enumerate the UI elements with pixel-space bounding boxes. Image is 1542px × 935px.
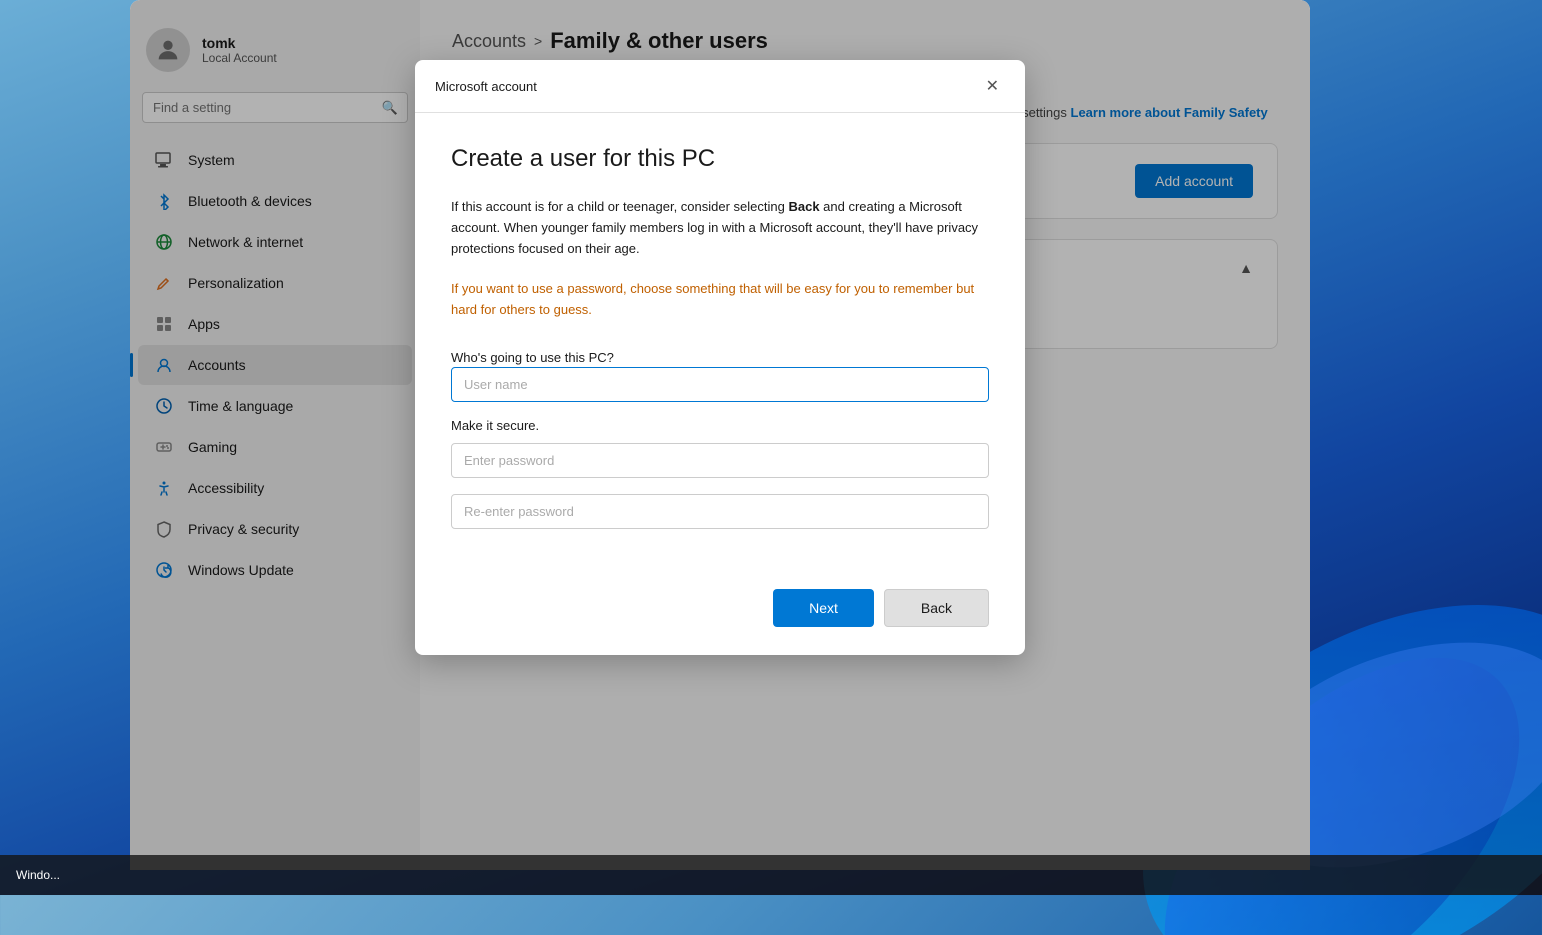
secure-label: Make it secure. bbox=[451, 418, 989, 433]
modal-orange-text: If you want to use a password, choose so… bbox=[451, 279, 989, 321]
modal-info-text: If this account is for a child or teenag… bbox=[451, 197, 989, 259]
reenter-password-input[interactable] bbox=[451, 494, 989, 529]
microsoft-account-modal: Microsoft account ✕ Create a user for th… bbox=[415, 60, 1025, 655]
username-input[interactable] bbox=[451, 367, 989, 402]
modal-main-title: Create a user for this PC bbox=[451, 145, 989, 173]
password-input[interactable] bbox=[451, 443, 989, 478]
modal-close-button[interactable]: ✕ bbox=[980, 74, 1005, 98]
modal-body: Create a user for this PC If this accoun… bbox=[415, 113, 1025, 573]
next-button[interactable]: Next bbox=[773, 589, 874, 627]
modal-overlay: Microsoft account ✕ Create a user for th… bbox=[130, 0, 1310, 870]
modal-title: Microsoft account bbox=[435, 79, 537, 94]
taskbar-label: Windo... bbox=[16, 868, 60, 882]
settings-window: tomk Local Account 🔍 System Bluetooth & … bbox=[130, 0, 1310, 870]
modal-header: Microsoft account ✕ bbox=[415, 60, 1025, 113]
back-button[interactable]: Back bbox=[884, 589, 989, 627]
taskbar: Windo... bbox=[0, 855, 1542, 895]
who-label: Who's going to use this PC? bbox=[451, 350, 614, 365]
modal-footer: Next Back bbox=[415, 573, 1025, 655]
